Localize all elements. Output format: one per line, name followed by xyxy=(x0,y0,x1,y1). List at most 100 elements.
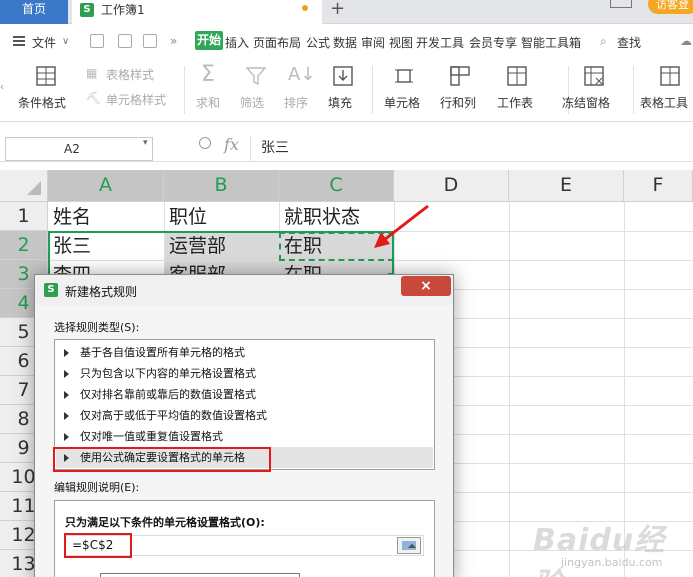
freeze-panes-icon xyxy=(584,66,604,86)
guest-login-button[interactable]: 访客登 xyxy=(648,0,693,14)
format-preview xyxy=(100,573,300,577)
column-header-b[interactable]: B xyxy=(164,170,279,202)
menu-start[interactable]: 开始 xyxy=(195,31,223,50)
row-col-label: 行和列 xyxy=(440,96,477,110)
menu-formula[interactable]: 公式 xyxy=(306,34,330,51)
tab-home[interactable]: 首页 xyxy=(0,0,68,24)
name-box[interactable]: A2 xyxy=(5,137,153,161)
conditional-format-icon xyxy=(36,66,56,86)
column-header-c[interactable]: C xyxy=(279,170,394,202)
cell-c1[interactable]: 就职状态 xyxy=(279,202,394,231)
more-icon[interactable]: » xyxy=(170,34,177,48)
rule-type-text: 仅对排名靠前或靠后的数值设置格式 xyxy=(80,388,256,401)
rule-type-item[interactable]: 仅对高于或低于平均值的数值设置格式 xyxy=(56,405,433,426)
rule-type-item[interactable]: 基于各自值设置所有单元格的格式 xyxy=(56,342,433,363)
row-header-2[interactable]: 2 xyxy=(0,231,48,260)
sort-icon: A↓ xyxy=(288,64,316,85)
column-header-d[interactable]: D xyxy=(394,170,509,202)
triangle-right-icon xyxy=(64,370,69,378)
tab-workbook-label: 工作簿1 xyxy=(101,3,145,17)
close-button[interactable]: × xyxy=(401,276,451,296)
select-all-corner[interactable] xyxy=(0,170,48,202)
conditional-format-label: 条件格式 xyxy=(18,96,67,110)
filter-label: 筛选 xyxy=(240,96,265,110)
rule-type-text: 基于各自值设置所有单元格的格式 xyxy=(80,346,245,359)
print-icon[interactable] xyxy=(143,34,157,48)
chevron-down-icon[interactable]: ∨ xyxy=(62,36,69,47)
ribbon-divider xyxy=(184,66,185,114)
sigma-icon: Σ xyxy=(201,62,215,87)
add-tab-button[interactable]: + xyxy=(330,0,345,19)
function-icon[interactable]: fx xyxy=(224,135,239,154)
search-button[interactable]: 查找 xyxy=(617,34,641,51)
search-icon[interactable]: ⌕ xyxy=(600,34,607,49)
cell-b1[interactable]: 职位 xyxy=(164,202,279,231)
column-header-e[interactable]: E xyxy=(509,170,624,202)
menu-bar: 文件 ∨ » 开始 插入 页面布局 公式 数据 审阅 视图 开发工具 会员专享 … xyxy=(0,25,693,57)
cell-label: 单元格 xyxy=(384,96,421,110)
table-tools-icon xyxy=(660,66,680,86)
grid-line xyxy=(509,202,510,577)
menu-review[interactable]: 审阅 xyxy=(361,34,385,51)
rule-type-item[interactable]: 只为包含以下内容的单元格设置格式 xyxy=(56,363,433,384)
cell-style-label: 单元格样式 xyxy=(106,93,167,107)
ribbon-scroll-left-icon[interactable]: ‹ xyxy=(0,82,4,93)
sort-label: 排序 xyxy=(284,96,309,110)
ribbon: ‹ 条件格式 表格样式 ▦ 单元格样式 ⛏ Σ 求和 筛选 A↓ 排序 填充 单… xyxy=(0,58,693,122)
save-icon[interactable] xyxy=(90,34,104,48)
table-style-label: 表格样式 xyxy=(106,68,155,82)
watermark-url: jingyan.baidu.com xyxy=(561,556,663,569)
window-mode-icon[interactable] xyxy=(610,0,632,8)
spreadsheet-logo-icon: S xyxy=(80,3,94,17)
menu-view[interactable]: 视图 xyxy=(389,34,413,51)
menu-data[interactable]: 数据 xyxy=(333,34,357,51)
filter-icon xyxy=(246,67,266,86)
worksheet-label: 工作表 xyxy=(497,96,534,110)
spreadsheet-logo-icon: S xyxy=(44,283,58,297)
cell-icon xyxy=(395,69,413,83)
dialog-title: 新建格式规则 xyxy=(65,285,138,299)
paint-brush-icon: ⛏ xyxy=(86,91,102,105)
hamburger-menu-icon[interactable] xyxy=(13,36,25,46)
rule-type-label: 选择规则类型(S): xyxy=(54,321,140,334)
column-header-f[interactable]: F xyxy=(624,170,693,202)
highlight-box xyxy=(53,447,271,472)
table-style-icon: ▦ xyxy=(86,66,98,80)
menu-insert[interactable]: 插入 xyxy=(225,34,249,51)
table-tools-label: 表格工具 xyxy=(640,96,689,110)
menu-developer[interactable]: 开发工具 xyxy=(416,34,464,51)
cloud-icon[interactable]: ☁ xyxy=(680,34,692,48)
menu-page-layout[interactable]: 页面布局 xyxy=(253,34,301,51)
triangle-right-icon xyxy=(64,349,69,357)
freeze-panes-label: 冻结窗格 xyxy=(562,96,611,110)
name-box-dropdown-icon[interactable]: ▾ xyxy=(143,138,148,148)
sum-label: 求和 xyxy=(196,96,221,110)
triangle-right-icon xyxy=(64,412,69,420)
tab-bar: 首页 S 工作簿1 + 访客登 xyxy=(0,0,693,24)
rule-type-text: 仅对高于或低于平均值的数值设置格式 xyxy=(80,409,267,422)
ribbon-divider xyxy=(633,66,634,114)
menu-file[interactable]: 文件 xyxy=(32,34,56,51)
highlight-box xyxy=(64,533,132,558)
new-format-rule-dialog: S 新建格式规则 × 选择规则类型(S): 基于各自值设置所有单元格的格式 只为… xyxy=(34,274,454,577)
menu-smart-tools[interactable]: 智能工具箱 xyxy=(521,34,581,51)
rule-type-item[interactable]: 仅对排名靠前或靠后的数值设置格式 xyxy=(56,384,433,405)
zoom-icon[interactable] xyxy=(199,137,211,149)
rule-type-text: 只为包含以下内容的单元格设置格式 xyxy=(80,367,256,380)
column-header-a[interactable]: A xyxy=(48,170,164,202)
menu-member[interactable]: 会员专享 xyxy=(469,34,517,51)
ribbon-divider xyxy=(372,66,373,114)
dialog-titlebar[interactable]: S 新建格式规则 × xyxy=(35,275,453,305)
rule-type-item[interactable]: 仅对唯一值或重复值设置格式 xyxy=(56,426,433,447)
range-picker-icon[interactable] xyxy=(397,537,421,554)
export-icon[interactable] xyxy=(118,34,132,48)
fill-label: 填充 xyxy=(328,96,353,110)
formula-input[interactable]: 张三 xyxy=(250,137,693,161)
cell-a1[interactable]: 姓名 xyxy=(48,202,164,231)
fill-icon xyxy=(333,66,353,86)
tab-workbook[interactable]: S 工作簿1 xyxy=(72,0,322,24)
edit-rule-label: 编辑规则说明(E): xyxy=(54,481,140,494)
row-header-1[interactable]: 1 xyxy=(0,202,48,231)
triangle-right-icon xyxy=(64,391,69,399)
rule-type-text: 仅对唯一值或重复值设置格式 xyxy=(80,430,223,443)
